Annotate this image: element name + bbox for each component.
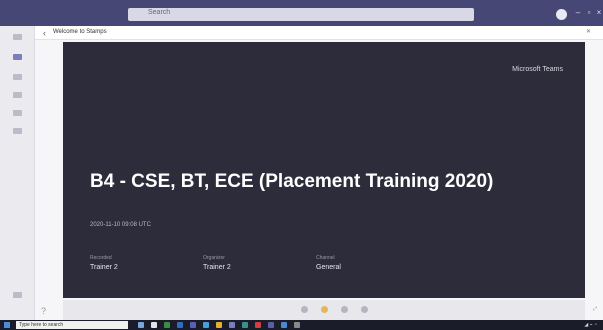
content-panel: ‹ Welcome to Stamps ✕ Microsoft Teams B4… [35, 26, 603, 320]
meta-label: Organizer [203, 255, 225, 261]
taskbar-app-icon[interactable] [281, 322, 287, 328]
taskbar-app-icon[interactable] [255, 322, 261, 328]
fullscreen-icon[interactable]: ⤢ [593, 306, 597, 312]
taskbar-app-icon[interactable] [177, 322, 183, 328]
meta-recorded: Recorded Trainer 2 [90, 255, 190, 271]
chat-icon[interactable] [13, 54, 22, 60]
app-rail [0, 26, 35, 320]
help-icon[interactable]: ? [41, 306, 46, 316]
close-window-icon[interactable]: × [595, 8, 603, 18]
taskbar-app-icon[interactable] [268, 322, 274, 328]
panel-title: Welcome to Stamps [53, 29, 107, 35]
search-placeholder: Search [148, 9, 171, 16]
activity-icon[interactable] [13, 34, 22, 40]
player-controls [63, 300, 585, 320]
meta-label: Recorded [90, 255, 112, 261]
calls-icon[interactable] [13, 110, 22, 116]
taskbar-search-input[interactable]: Type here to search [16, 321, 128, 329]
search-input[interactable]: Search [128, 8, 474, 21]
volume-icon[interactable] [361, 306, 368, 313]
meta-value: General [316, 264, 341, 271]
meta-label: Channel [316, 255, 335, 261]
calendar-icon[interactable] [13, 92, 22, 98]
meta-value: Trainer 2 [203, 264, 231, 271]
taskbar-app-icon[interactable] [138, 322, 144, 328]
taskbar-app-icon[interactable] [242, 322, 248, 328]
taskbar-app-icon[interactable] [190, 322, 196, 328]
meta-value: Trainer 2 [90, 264, 118, 271]
play-icon[interactable] [321, 306, 328, 313]
windows-start-icon[interactable] [4, 322, 10, 328]
taskbar-app-icon[interactable] [229, 322, 235, 328]
taskbar-app-icon[interactable] [164, 322, 170, 328]
maximize-icon[interactable]: ▫ [585, 8, 593, 18]
windows-taskbar: Type here to search ◢ ⌁ ◔ [0, 320, 603, 330]
apps-icon[interactable] [13, 292, 22, 298]
meta-organizer: Organizer Trainer 2 [203, 255, 303, 271]
taskbar-app-icon[interactable] [216, 322, 222, 328]
meta-channel: Channel General [316, 255, 416, 271]
panel-header: ‹ Welcome to Stamps ✕ [35, 26, 603, 40]
files-icon[interactable] [13, 128, 22, 134]
next-icon[interactable] [341, 306, 348, 313]
previous-icon[interactable] [301, 306, 308, 313]
avatar[interactable] [556, 9, 567, 20]
app-titlebar: Search – ▫ × [0, 0, 603, 26]
taskbar-app-icon[interactable] [203, 322, 209, 328]
video-player[interactable]: Microsoft Teams B4 - CSE, BT, ECE (Place… [63, 42, 585, 298]
meeting-time: 2020-11-10 09:08 UTC [90, 222, 151, 228]
taskbar-app-icon[interactable] [294, 322, 300, 328]
minimize-icon[interactable]: – [574, 8, 582, 18]
system-tray[interactable]: ◢ ⌁ ◔ [584, 321, 597, 329]
close-icon[interactable]: ✕ [586, 28, 591, 35]
brand-label: Microsoft Teams [512, 66, 563, 73]
teams-icon[interactable] [13, 74, 22, 80]
taskbar-app-icon[interactable] [151, 322, 157, 328]
back-icon[interactable]: ‹ [43, 27, 46, 39]
meeting-title: B4 - CSE, BT, ECE (Placement Training 20… [90, 171, 494, 192]
